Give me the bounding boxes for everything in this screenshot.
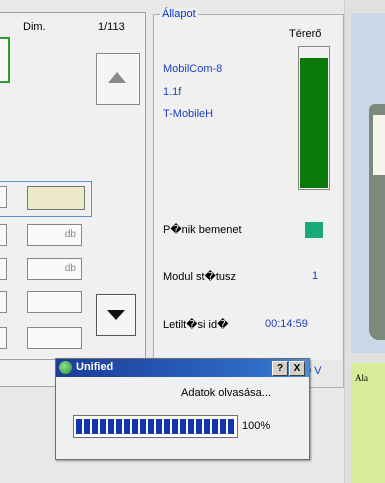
row-field-left[interactable] <box>0 258 7 280</box>
arrow-down-icon <box>107 310 125 320</box>
network-name: T-MobileH <box>163 108 214 120</box>
app-icon <box>59 361 72 374</box>
active-input[interactable] <box>27 186 85 210</box>
panic-input-label: P�nik bemenet <box>163 224 242 236</box>
row-field-left[interactable] <box>0 327 7 349</box>
dialog-titlebar[interactable]: Unified ? X <box>56 359 309 377</box>
dialog-message: Adatok olvasása... <box>181 387 271 399</box>
input-field[interactable] <box>27 327 82 349</box>
progress-bar <box>73 415 238 438</box>
progress-percent: 100% <box>242 420 271 432</box>
alarm-label: Ala <box>355 373 368 383</box>
unit-label: db <box>64 229 76 240</box>
network-name: 1.1f <box>163 86 182 98</box>
scroll-up-button[interactable] <box>96 53 140 105</box>
signal-strength-label: Térerő <box>289 28 322 40</box>
panic-indicator <box>305 222 323 238</box>
quantity-field[interactable]: db <box>27 224 82 246</box>
row-field-left[interactable] <box>0 291 7 313</box>
disable-time-label: Letilt�si id� <box>163 319 229 331</box>
signal-strength-bar <box>298 46 330 190</box>
arrow-up-icon <box>108 72 126 83</box>
help-button[interactable]: ? <box>272 361 288 376</box>
module-status-label: Modul st�tusz <box>163 271 237 283</box>
progress-dialog[interactable]: Unified ? X Adatok olvasása... 100% <box>55 358 310 460</box>
network-name: MobilCom-8 <box>163 63 223 75</box>
status-title: Állapot <box>160 8 198 20</box>
row-field-left[interactable] <box>0 224 7 246</box>
input-field[interactable] <box>27 291 82 313</box>
quantity-field[interactable]: db <box>27 258 82 280</box>
dim-label: Dim. <box>23 21 46 33</box>
signal-strength-fill <box>300 57 328 188</box>
scroll-down-button[interactable] <box>96 294 136 336</box>
row-field-left[interactable] <box>0 186 7 208</box>
device-screen <box>373 115 385 175</box>
selected-item-frame[interactable] <box>0 37 10 83</box>
record-counter: 1/113 <box>98 21 125 33</box>
module-status-value: 1 <box>312 270 319 282</box>
close-button[interactable]: X <box>289 361 305 376</box>
progress-fill <box>76 419 235 434</box>
dialog-title: Unified <box>76 361 114 373</box>
unit-label: db <box>64 263 76 274</box>
disable-time-value: 00:14:59 <box>265 318 308 330</box>
